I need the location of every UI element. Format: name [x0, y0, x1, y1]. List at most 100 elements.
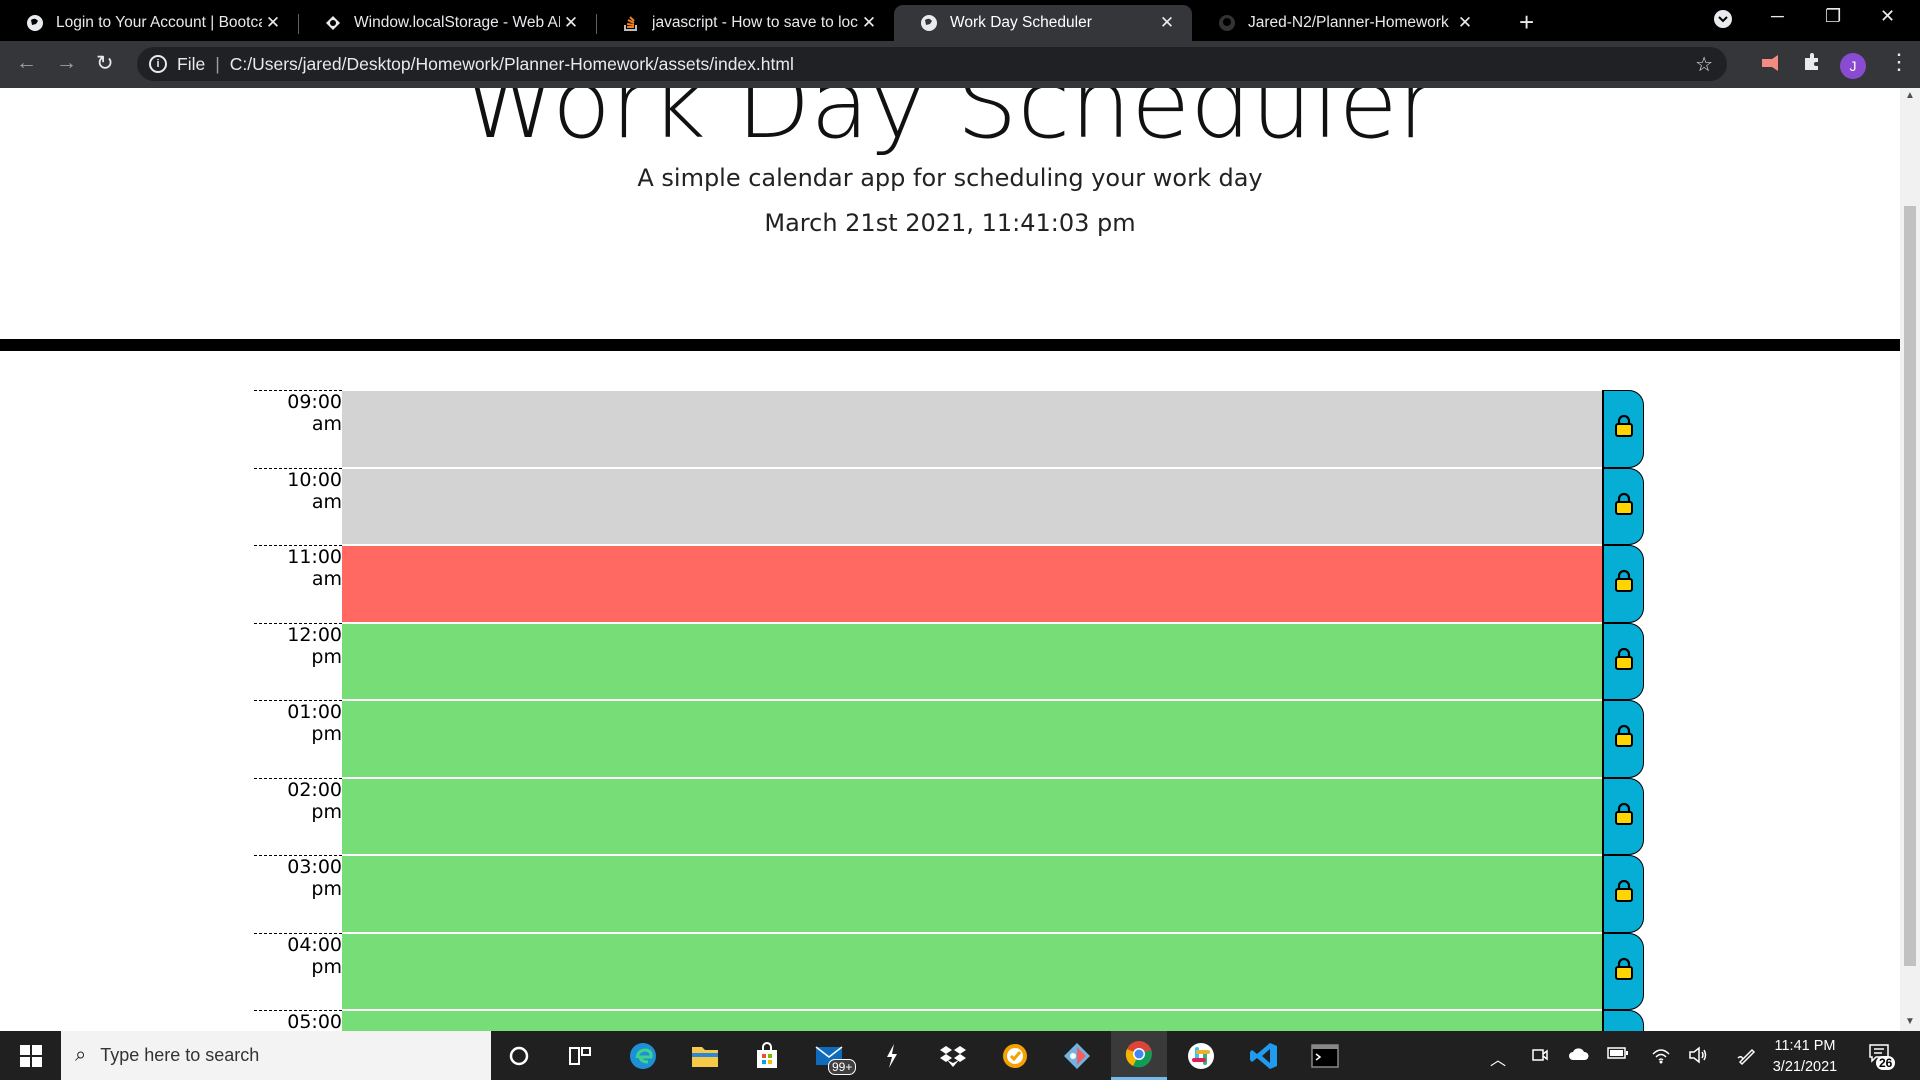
globe-icon: [26, 14, 44, 32]
event-textarea[interactable]: [342, 777, 1602, 855]
tab-bootcamp-login[interactable]: Login to Your Account | Bootcam ✕: [0, 5, 298, 41]
bookmark-star-icon[interactable]: ☆: [1695, 52, 1713, 77]
lock-icon: [1614, 569, 1634, 598]
forward-arrow-icon[interactable]: →: [56, 51, 77, 75]
norton-icon[interactable]: [998, 1039, 1032, 1073]
time-block: 10:00 am: [254, 467, 1644, 545]
meet-now-icon[interactable]: [1531, 1046, 1549, 1069]
tab-title: Jared-N2/Planner-Homework: [1248, 14, 1449, 31]
time-block: 05:00 pm: [254, 1010, 1644, 1031]
clock-date: 3/21/2021: [1772, 1059, 1838, 1075]
save-button[interactable]: [1602, 700, 1644, 778]
windows-taskbar: ⌕ Type here to search 99+ ︿ 11:41 PM 3/2…: [0, 1031, 1920, 1080]
event-textarea[interactable]: [342, 855, 1602, 933]
tab-github-repo[interactable]: Jared-N2/Planner-Homework ✕: [1192, 5, 1490, 41]
page-scrollbar[interactable]: ▲ ▼: [1900, 88, 1920, 1031]
tab-work-day-scheduler[interactable]: Work Day Scheduler ✕: [894, 5, 1192, 41]
page-viewport: Work Day Scheduler A simple calendar app…: [0, 88, 1900, 1031]
file-explorer-icon[interactable]: [688, 1039, 722, 1073]
search-icon: ⌕: [75, 1044, 87, 1066]
time-block: 09:00 am: [254, 390, 1644, 468]
pen-workspace-icon[interactable]: [1736, 1046, 1758, 1071]
hour-label: 10:00 am: [254, 467, 342, 545]
browser-toolbar: ← → ↻ i File | C:/Users/jared/Desktop/Ho…: [0, 41, 1920, 88]
event-textarea[interactable]: [342, 545, 1602, 623]
page-title: Work Day Scheduler: [462, 88, 1438, 160]
scroll-down-arrow-icon[interactable]: ▼: [1905, 1016, 1915, 1027]
mail-icon[interactable]: 99+: [812, 1039, 857, 1075]
event-textarea[interactable]: [342, 1010, 1602, 1031]
cortana-icon[interactable]: [502, 1039, 536, 1073]
extension-icon[interactable]: [1760, 53, 1782, 79]
save-button[interactable]: [1602, 622, 1644, 700]
scrollbar-thumb[interactable]: [1904, 206, 1916, 966]
taskbar-clock[interactable]: 11:41 PM 3/21/2021: [1770, 1036, 1840, 1078]
taskbar-search-box[interactable]: ⌕ Type here to search: [61, 1031, 491, 1080]
tab-search-icon[interactable]: [1713, 9, 1733, 34]
restore-icon[interactable]: ❐: [1825, 6, 1841, 27]
edge-browser-icon[interactable]: [626, 1039, 660, 1073]
event-textarea[interactable]: [342, 932, 1602, 1010]
hour-label: 02:00 pm: [254, 777, 342, 855]
address-bar[interactable]: i File | C:/Users/jared/Desktop/Homework…: [137, 47, 1727, 81]
onedrive-cloud-icon[interactable]: [1568, 1046, 1590, 1067]
back-arrow-icon[interactable]: ←: [16, 51, 37, 75]
show-hidden-icons-chevron-icon[interactable]: ︿: [1490, 1046, 1506, 1070]
hour-label: 01:00 pm: [254, 700, 342, 778]
time-block: 12:00 pm: [254, 622, 1644, 700]
scheme-label: File: [177, 53, 206, 74]
tab-title: Work Day Scheduler: [950, 14, 1092, 31]
tab-title: Window.localStorage - Web APIs: [354, 14, 560, 31]
scroll-up-arrow-icon[interactable]: ▲: [1905, 90, 1915, 101]
close-tab-icon[interactable]: ✕: [1454, 13, 1476, 33]
save-button[interactable]: [1602, 1010, 1644, 1031]
close-window-icon[interactable]: ✕: [1880, 6, 1895, 27]
stackoverflow-icon: [622, 14, 640, 32]
minimize-icon[interactable]: ─: [1771, 6, 1784, 27]
battery-icon[interactable]: [1607, 1046, 1629, 1065]
time-block: 01:00 pm: [254, 700, 1644, 778]
terminal-icon[interactable]: [1308, 1039, 1342, 1073]
lock-icon: [1614, 724, 1634, 753]
tab-title: javascript - How to save to localS: [652, 14, 858, 31]
windows-start-icon[interactable]: [20, 1045, 42, 1067]
microsoft-store-icon[interactable]: [750, 1039, 784, 1073]
close-tab-icon[interactable]: ✕: [1156, 13, 1178, 33]
vscode-icon[interactable]: [1247, 1039, 1281, 1073]
clock-time: 11:41 PM: [1774, 1038, 1836, 1054]
task-view-icon[interactable]: [563, 1039, 597, 1073]
git-kraken-icon[interactable]: [1060, 1039, 1094, 1073]
save-button[interactable]: [1602, 390, 1644, 468]
save-button[interactable]: [1602, 777, 1644, 855]
save-button[interactable]: [1602, 545, 1644, 623]
profile-avatar[interactable]: J: [1840, 53, 1866, 79]
close-tab-icon[interactable]: ✕: [858, 13, 880, 33]
tab-stackoverflow[interactable]: javascript - How to save to localS ✕: [596, 5, 894, 41]
hour-label: 12:00 pm: [254, 622, 342, 700]
event-textarea[interactable]: [342, 390, 1602, 468]
event-textarea[interactable]: [342, 622, 1602, 700]
slack-icon[interactable]: [1184, 1039, 1218, 1073]
mail-badge: 99+: [828, 1059, 857, 1075]
bolt-app-icon[interactable]: [875, 1039, 909, 1073]
more-menu-icon[interactable]: ⋮: [1888, 49, 1910, 75]
wifi-icon[interactable]: [1651, 1046, 1671, 1069]
chrome-icon[interactable]: [1111, 1031, 1167, 1080]
save-button[interactable]: [1602, 467, 1644, 545]
new-tab-button[interactable]: +: [1519, 7, 1534, 38]
volume-icon[interactable]: [1688, 1046, 1708, 1069]
save-button[interactable]: [1602, 932, 1644, 1010]
reload-icon[interactable]: ↻: [96, 51, 114, 76]
save-button[interactable]: [1602, 855, 1644, 933]
tab-mdn-localstorage[interactable]: Window.localStorage - Web APIs ✕: [298, 5, 596, 41]
hour-label: 04:00 pm: [254, 932, 342, 1010]
globe-icon: [920, 14, 938, 32]
event-textarea[interactable]: [342, 700, 1602, 778]
close-tab-icon[interactable]: ✕: [262, 13, 284, 33]
close-tab-icon[interactable]: ✕: [560, 13, 582, 33]
jumbotron-header: Work Day Scheduler A simple calendar app…: [0, 88, 1900, 340]
event-textarea[interactable]: [342, 467, 1602, 545]
info-icon[interactable]: i: [149, 55, 167, 73]
dropbox-icon[interactable]: [936, 1039, 970, 1073]
extensions-puzzle-icon[interactable]: [1802, 52, 1822, 78]
